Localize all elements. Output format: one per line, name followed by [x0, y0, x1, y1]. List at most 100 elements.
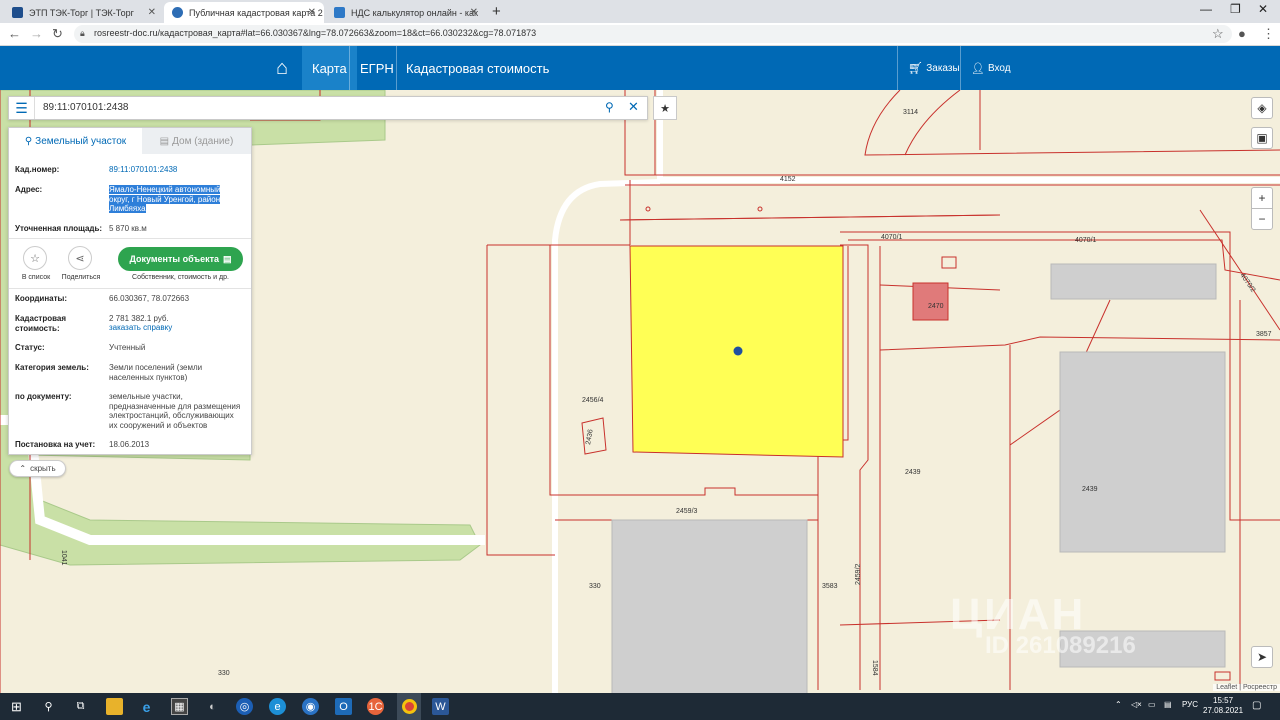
forward-icon[interactable]: → — [30, 26, 43, 41]
registration-value: 18.06.2013 — [109, 440, 150, 449]
building — [611, 519, 808, 693]
hide-panel-button[interactable]: ⌃ скрыть — [9, 460, 66, 477]
ruler-icon[interactable]: ▣ — [1251, 127, 1273, 149]
action-center-icon[interactable]: ▢ — [1252, 700, 1261, 711]
land-plot-icon: ⚲ — [24, 135, 33, 147]
order-certificate-link[interactable]: заказать справку — [109, 323, 247, 333]
panel-tabs: ⚲ Земельный участок ▤ Дом (здание) — [9, 128, 251, 154]
back-icon[interactable]: ← — [8, 26, 21, 41]
site-header: ⌂ Карта ЕГРН Кадастровая стоимость 🛒︎ За… — [0, 46, 1280, 90]
orders-button[interactable]: 🛒︎ Заказы — [898, 46, 970, 90]
volume-icon[interactable]: ◁× — [1131, 700, 1142, 709]
profile-icon[interactable]: ● — [1238, 26, 1246, 41]
label-4070-1-b: 4070/1 — [1075, 237, 1097, 244]
tab-land-plot[interactable]: ⚲ Земельный участок — [9, 128, 142, 154]
hide-panel-label: скрыть — [30, 464, 56, 473]
coords-label: Координаты: — [15, 294, 68, 303]
home-icon[interactable]: ⌂ — [262, 46, 302, 90]
app-icon[interactable]: 1C — [367, 698, 384, 715]
word-icon[interactable]: W — [432, 698, 449, 715]
calculator-icon[interactable]: ▦ — [171, 698, 188, 715]
label-2459-2: 2459/2 — [855, 563, 862, 585]
map-marker[interactable] — [733, 346, 743, 356]
search-input[interactable]: 89:11:070101:2438 — [43, 102, 128, 113]
internet-explorer-icon[interactable]: e — [138, 698, 155, 715]
zoom-out-button[interactable]: − — [1251, 208, 1273, 230]
road — [657, 90, 1280, 183]
browser-tab-cadastral-map[interactable]: Публичная кадастровая карта 2 ✕ — [164, 2, 324, 23]
share-label: Поделиться — [61, 274, 101, 281]
locate-icon[interactable]: ➤ — [1251, 646, 1273, 668]
label-2459-3: 2459/3 — [676, 508, 698, 515]
layers-icon[interactable]: ◈ — [1251, 97, 1273, 119]
login-button[interactable]: 👤︎ Вход — [961, 46, 1021, 90]
edge-icon[interactable]: e — [269, 698, 286, 715]
minimize-icon[interactable]: — — [1200, 2, 1212, 16]
bookmark-star-icon[interactable]: ☆ — [1212, 26, 1224, 42]
clock-time: 15:57 — [1213, 696, 1234, 705]
notification-app-icon[interactable]: ▤ — [1164, 700, 1172, 709]
app-icon[interactable]: ◎ — [236, 698, 253, 715]
user-icon: 👤︎ — [971, 62, 985, 75]
new-tab-button[interactable]: + — [492, 3, 501, 20]
cad-number-value[interactable]: 89:11:070101:2438 — [109, 165, 247, 175]
network-icon[interactable]: ▭ — [1148, 700, 1156, 709]
app-icon[interactable]: ◐ — [204, 698, 221, 715]
system-clock[interactable]: 15:57 27.08.2021 — [1203, 696, 1243, 716]
label-2439-b: 2439 — [1082, 486, 1098, 493]
building-2470[interactable] — [912, 282, 949, 321]
map-attribution[interactable]: Leaflet | Росреестр — [1213, 684, 1280, 691]
close-tab-icon[interactable]: ✕ — [308, 7, 316, 18]
building — [1050, 263, 1217, 300]
login-label: Вход — [987, 62, 1011, 74]
task-view-icon[interactable]: ⧉ — [72, 698, 89, 715]
cadastral-favicon-icon — [172, 7, 183, 18]
label-2456-4: 2456/4 — [582, 397, 604, 404]
zoom-in-button[interactable]: + — [1251, 187, 1273, 209]
close-tab-icon[interactable]: ✕ — [470, 7, 478, 18]
label-3857: 3857 — [1256, 331, 1272, 338]
reload-icon[interactable]: ↻ — [52, 26, 63, 42]
info-panel: ⚲ Земельный участок ▤ Дом (здание) Кад.н… — [8, 127, 252, 455]
boundary-point — [645, 206, 651, 212]
browser-tab-nds-calculator[interactable]: НДС калькулятор онлайн - как ✕ — [326, 2, 486, 23]
url-field[interactable]: 🔒︎ rosreestr-doc.ru/кадастровая_карта#la… — [74, 25, 1232, 43]
browser-tab-tek-torg[interactable]: ЭТП ТЭК-Торг | ТЭК-Торг ✕ — [4, 2, 164, 23]
chrome-taskbar-button[interactable] — [397, 693, 421, 720]
object-documents-button[interactable]: Документы объекта ▤ — [118, 247, 243, 271]
outlook-icon[interactable]: O — [335, 698, 352, 715]
app-icon[interactable]: ◉ — [302, 698, 319, 715]
documents-subtitle: Собственник, стоимость и др. — [132, 274, 229, 281]
favorites-star-button[interactable]: ★ — [653, 96, 677, 120]
label-1584: 1584 — [871, 660, 878, 676]
divider — [9, 288, 251, 289]
menu-icon[interactable]: ☰ — [9, 97, 35, 119]
language-indicator[interactable]: РУС — [1182, 700, 1198, 709]
clock-date: 27.08.2021 — [1203, 706, 1244, 715]
share-icon[interactable]: ⋖ — [68, 246, 92, 270]
cadastral-cost-label: Кадастровая стоимость: — [15, 314, 67, 333]
address-label: Адрес: — [15, 185, 43, 194]
area-value: 5 870 кв.м — [109, 224, 147, 233]
search-icon[interactable]: ⚲ — [40, 698, 57, 715]
address-bar-row: ← → ↻ 🔒︎ rosreestr-doc.ru/кадастровая_ка… — [0, 23, 1280, 46]
label-4070-1: 4070/1 — [881, 234, 903, 241]
divider — [9, 238, 251, 239]
cart-icon: 🛒︎ — [908, 61, 924, 75]
label-1041: 1041 — [60, 550, 67, 566]
area-label: Уточненная площадь: — [15, 224, 103, 233]
search-icon[interactable]: ⚲ — [605, 100, 614, 114]
restore-icon[interactable]: ❐ — [1230, 2, 1241, 16]
orders-label: Заказы — [926, 62, 960, 74]
add-to-list-star-icon[interactable]: ☆ — [23, 246, 47, 270]
tray-chevron-icon[interactable]: ⌃ — [1115, 700, 1122, 709]
tab-house[interactable]: ▤ Дом (здание) — [142, 128, 251, 154]
file-explorer-icon[interactable] — [106, 698, 123, 715]
tab-title: Публичная кадастровая карта 2 — [189, 7, 323, 18]
windows-start-icon[interactable]: ⊞ — [8, 698, 25, 715]
browser-menu-icon[interactable]: ⋮ — [1262, 26, 1275, 42]
close-window-icon[interactable]: ✕ — [1258, 2, 1268, 16]
nav-cadastral-cost[interactable]: Кадастровая стоимость — [396, 46, 559, 90]
clear-search-icon[interactable]: ✕ — [628, 99, 639, 115]
close-tab-icon[interactable]: ✕ — [148, 7, 156, 18]
